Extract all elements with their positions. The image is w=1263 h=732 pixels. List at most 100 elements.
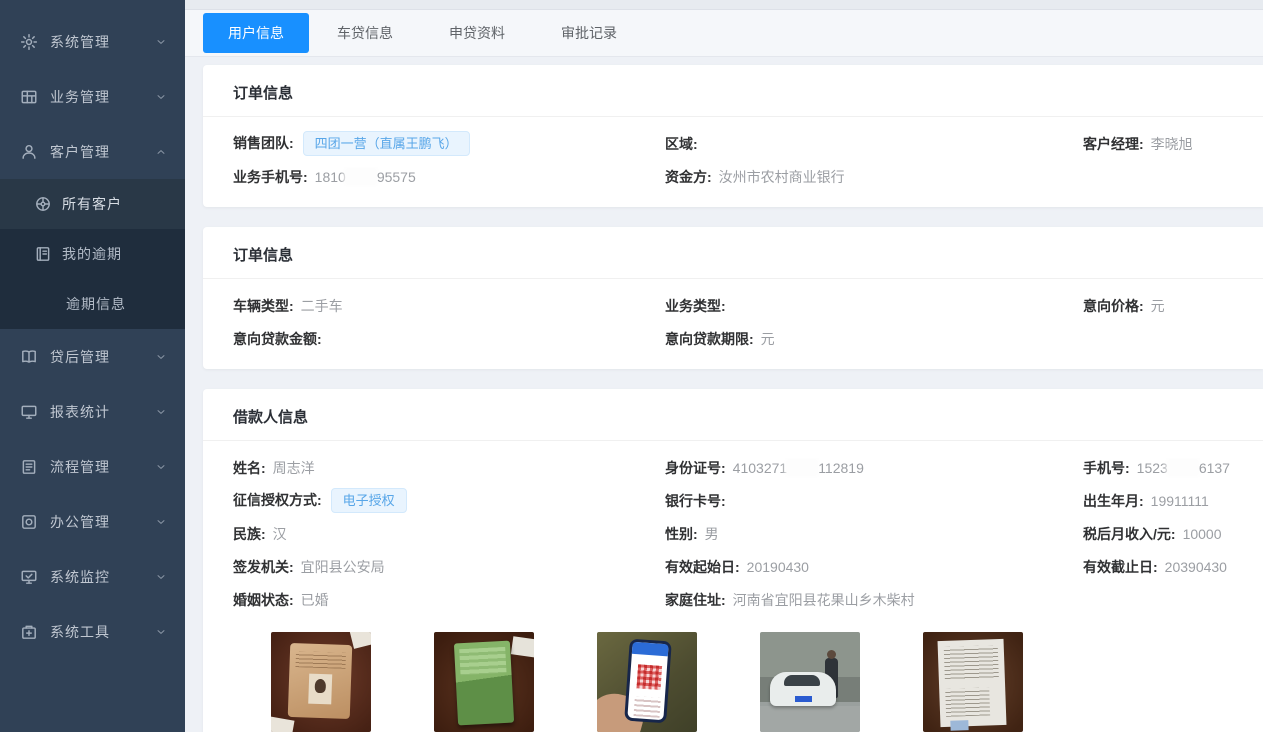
sidebar-item-system-management[interactable]: 系统管理 (0, 14, 185, 69)
redacted-blur (1168, 460, 1198, 475)
field-label: 客户经理: (1083, 136, 1144, 152)
green-booklet-photo (434, 632, 534, 732)
tab-car-loan-info[interactable]: 车贷信息 (309, 13, 421, 53)
sidebar-item-all-customers[interactable]: 所有客户 (0, 179, 185, 229)
field-label: 意向价格: (1083, 298, 1144, 314)
phone-qr-photo (597, 632, 697, 732)
field-cell: 区域: (665, 134, 1083, 154)
thumbnail-paper-document-photo[interactable]: 其他材料 (923, 632, 1023, 732)
field-value: 汝州市农村商业银行 (719, 169, 845, 185)
field-cell: 身份证号:4103271112819 (665, 458, 1083, 478)
card-divider (203, 440, 1263, 441)
field-tag: 电子授权 (331, 488, 407, 513)
field-cell: 性别:男 (665, 524, 1083, 544)
sidebar-item-label: 流程管理 (50, 457, 155, 477)
submenu-customer-management: 所有客户我的逾期逾期信息 (0, 179, 185, 329)
field-value: 20190430 (747, 559, 809, 575)
field-label: 性别: (665, 526, 698, 542)
field-cell: 车辆类型:二手车 (233, 296, 665, 316)
sidebar-item-label: 贷后管理 (50, 347, 155, 367)
field-cell: 银行卡号: (665, 491, 1083, 511)
thumbnail-phone-qr-photo[interactable]: 授权记录 (597, 632, 697, 732)
sidebar-item-label: 系统监控 (50, 567, 155, 587)
paper-document-photo (923, 632, 1023, 732)
field-label: 家庭住址: (665, 592, 726, 608)
field-cell: 出生年月: 19911111 (1083, 491, 1233, 511)
card-body: 销售团队:四团一营（直属王鹏飞）区域:客户经理:李晓旭业务手机号:1810955… (233, 123, 1233, 207)
sidebar-item-label: 业务管理 (50, 87, 155, 107)
thumbnail-id-card-photo[interactable]: 身份证 (271, 632, 371, 732)
field-label: 民族: (233, 526, 266, 542)
chevron-up-icon (155, 146, 167, 158)
field-cell: 手机号:15236137 (1083, 458, 1233, 478)
notebook-icon (34, 245, 52, 263)
person-with-car-photo (760, 632, 860, 732)
sidebar-item-business-management[interactable]: 业务管理 (0, 69, 185, 124)
field-label: 税后月收入/元: (1083, 526, 1176, 542)
sidebar-item-customer-management[interactable]: 客户管理 (0, 124, 185, 179)
sidebar-item-report-statistics[interactable]: 报表统计 (0, 384, 185, 439)
field-value: 已婚 (301, 592, 329, 608)
tab-approval-records[interactable]: 审批记录 (533, 13, 645, 53)
card-divider (203, 116, 1263, 117)
id-card-photo (271, 632, 371, 732)
field-label: 签发机关: (233, 559, 294, 575)
sidebar-item-overdue-info[interactable]: 逾期信息 (0, 279, 185, 329)
thumbnail-green-booklet-photo[interactable]: 驾驶证照片 (434, 632, 534, 732)
card-body: 姓名:周志洋身份证号:4103271112819手机号:15236137 征信授权… (233, 447, 1233, 732)
sidebar-item-label: 客户管理 (50, 142, 155, 162)
field-cell: 有效截止日:20390430 (1083, 557, 1233, 577)
card-0: 订单信息销售团队:四团一营（直属王鹏飞）区域:客户经理:李晓旭业务手机号:181… (203, 65, 1263, 207)
field-label: 资金方: (665, 169, 712, 185)
field-value: 1523 (1137, 460, 1168, 476)
field-cell: 意向贷款期限:元 (665, 329, 1083, 349)
field-cell: 民族:汉 (233, 524, 665, 544)
sidebar-item-label: 办公管理 (50, 512, 155, 532)
sidebar-item-process-management[interactable]: 流程管理 (0, 439, 185, 494)
field-row: 婚姻状态:已婚家庭住址:河南省宜阳县花果山乡木柴村 (233, 583, 1233, 616)
sidebar-item-post-loan-management[interactable]: 贷后管理 (0, 329, 185, 384)
field-label: 出生年月: (1083, 493, 1144, 509)
sidebar-item-system-tools[interactable]: 系统工具 (0, 604, 185, 659)
field-label: 车辆类型: (233, 298, 294, 314)
sidebar-item-office-management[interactable]: 办公管理 (0, 494, 185, 549)
sidebar-item-label: 我的逾期 (62, 244, 167, 264)
field-row: 意向贷款金额:意向贷款期限:元 (233, 322, 1233, 355)
card-body: 车辆类型:二手车业务类型:意向价格:元意向贷款金额:意向贷款期限:元 (233, 285, 1233, 369)
tab-user-info[interactable]: 用户信息 (203, 13, 309, 53)
field-label: 销售团队: (233, 135, 294, 151)
field-value: 宜阳县公安局 (301, 559, 385, 575)
field-label: 区域: (665, 136, 698, 152)
sidebar-item-label: 系统管理 (50, 32, 155, 52)
field-value: 李晓旭 (1151, 136, 1193, 152)
field-cell: 签发机关: 宜阳县公安局 (233, 557, 665, 577)
field-cell: 意向价格:元 (1083, 296, 1233, 316)
chevron-down-icon (155, 36, 167, 48)
wheel-icon (34, 195, 52, 213)
tab-loan-application-docs[interactable]: 申贷资料 (421, 13, 533, 53)
chevron-down-icon (155, 351, 167, 363)
field-label: 业务手机号: (233, 169, 308, 185)
chevron-down-icon (155, 406, 167, 418)
grid-icon (20, 88, 38, 106)
chevron-down-icon (155, 626, 167, 638)
field-value: 19911111 (1151, 493, 1209, 509)
thumbnail-person-with-car-photo[interactable]: 人车合照 (760, 632, 860, 732)
sidebar: 系统管理业务管理客户管理所有客户我的逾期逾期信息贷后管理报表统计流程管理办公管理… (0, 0, 185, 732)
monitor-icon (20, 403, 38, 421)
top-strip (185, 0, 1263, 10)
field-cell: 姓名:周志洋 (233, 458, 665, 478)
field-row: 征信授权方式: 电子授权 银行卡号: 出生年月: 19911111 (233, 484, 1233, 517)
chevron-down-icon (155, 571, 167, 583)
chevron-down-icon (155, 461, 167, 473)
field-cell: 家庭住址:河南省宜阳县花果山乡木柴村 (665, 590, 1083, 610)
field-label: 征信授权方式: (233, 492, 322, 508)
content-area: 订单信息销售团队:四团一营（直属王鹏飞）区域:客户经理:李晓旭业务手机号:181… (185, 57, 1263, 732)
user-icon (20, 143, 38, 161)
card-title: 订单信息 (233, 65, 1233, 116)
field-label: 银行卡号: (665, 493, 726, 509)
sidebar-item-my-overdue[interactable]: 我的逾期 (0, 229, 185, 279)
card-title: 借款人信息 (233, 389, 1233, 440)
main-area: 用户信息车贷信息申贷资料审批记录 订单信息销售团队:四团一营（直属王鹏飞）区域:… (185, 0, 1263, 732)
sidebar-item-system-monitor[interactable]: 系统监控 (0, 549, 185, 604)
